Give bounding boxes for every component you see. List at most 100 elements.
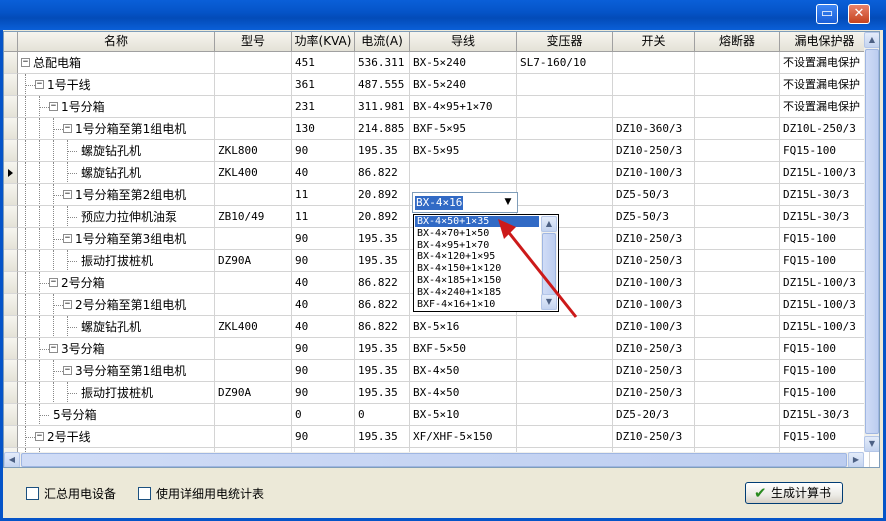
cell-current-col[interactable]: 20.892 (355, 206, 410, 228)
cell-power-col[interactable]: 90 (292, 338, 355, 360)
scroll-down-icon[interactable]: ▼ (864, 436, 879, 452)
cell-fuse-col[interactable] (695, 360, 780, 382)
cell-fuse-col[interactable] (695, 250, 780, 272)
cell-leakage-col[interactable]: DZ15L-100/3 (780, 162, 870, 184)
cell-leakage-col[interactable]: FQ15-100 (780, 250, 870, 272)
generate-report-button[interactable]: ✔ 生成计算书 (745, 482, 843, 504)
cell-leakage-col[interactable]: DZ15L-30/3 (780, 404, 870, 426)
column-header-model-col[interactable]: 型号 (215, 32, 292, 52)
cell-model-col[interactable] (215, 118, 292, 140)
table-row[interactable]: −1号分箱 231 311.981 BX-4×95+1×70 不设置漏电保护 (4, 96, 870, 118)
cell-switch-col[interactable]: DZ5-20/3 (613, 404, 695, 426)
cell-current-col[interactable]: 86.822 (355, 272, 410, 294)
column-header-wire-col[interactable]: 导线 (410, 32, 517, 52)
cell-leakage-col[interactable]: DZ15L-30/3 (780, 206, 870, 228)
cell-power-col[interactable]: 90 (292, 382, 355, 404)
cell-leakage-col[interactable]: FQ15-100 (780, 382, 870, 404)
cell-model-col[interactable] (215, 184, 292, 206)
cell-wire-col[interactable]: BX-4×95+1×70 (410, 96, 517, 118)
cell-fuse-col[interactable] (695, 184, 780, 206)
cell-transformer-col[interactable] (517, 118, 613, 140)
cell-switch-col[interactable]: DZ5-50/3 (613, 206, 695, 228)
cell-fuse-col[interactable] (695, 382, 780, 404)
horizontal-scroll-thumb[interactable] (21, 453, 847, 467)
cell-model-col[interactable]: DZ90A (215, 250, 292, 272)
cell-current-col[interactable]: 86.822 (355, 316, 410, 338)
cell-wire-col[interactable]: BX-5×10 (410, 404, 517, 426)
cell-transformer-col[interactable] (517, 382, 613, 404)
cell-model-col[interactable] (215, 404, 292, 426)
close-button[interactable]: ✕ (848, 4, 870, 24)
wire-editor-value[interactable]: BX-4×16 (415, 196, 464, 210)
cell-current-col[interactable]: 487.555 (355, 74, 410, 96)
table-row[interactable]: 螺旋钻孔机 ZKL800 90 195.35 BX-5×95 DZ10-250/3 FQ15… (4, 140, 870, 162)
cell-wire-col[interactable]: BX-5×240 (410, 52, 517, 74)
cell-fuse-col[interactable] (695, 52, 780, 74)
table-row[interactable]: −3号分箱至第1组电机 90 195.35 BX-4×50 DZ10-250/3 FQ15… (4, 360, 870, 382)
cell-model-col[interactable]: ZKL400 (215, 316, 292, 338)
cell-switch-col[interactable]: DZ10-250/3 (613, 382, 695, 404)
cell-fuse-col[interactable] (695, 96, 780, 118)
cell-fuse-col[interactable] (695, 272, 780, 294)
table-row[interactable]: 螺旋钻孔机 ZKL400 40 86.822 DZ10-100/3 DZ15L-100/3 (4, 162, 870, 184)
minimize-button[interactable]: ▭ (816, 4, 838, 24)
cell-transformer-col[interactable] (517, 74, 613, 96)
table-row[interactable]: 螺旋钻孔机 ZKL400 40 86.822 BX-5×16 DZ10-100/3 DZ15… (4, 316, 870, 338)
cell-current-col[interactable]: 195.35 (355, 140, 410, 162)
horizontal-scrollbar[interactable]: ◀ ▶ (4, 452, 864, 467)
cell-transformer-col[interactable] (517, 404, 613, 426)
cell-name-col[interactable]: 5号分箱 (18, 404, 215, 426)
collapse-icon[interactable]: − (21, 58, 30, 67)
cell-transformer-col[interactable] (517, 184, 613, 206)
column-header-power-col[interactable]: 功率(KVA) (292, 32, 355, 52)
cell-name-col[interactable]: 预应力拉伸机油泵 (18, 206, 215, 228)
cell-transformer-col[interactable] (517, 140, 613, 162)
cell-fuse-col[interactable] (695, 228, 780, 250)
cell-fuse-col[interactable] (695, 338, 780, 360)
cell-model-col[interactable] (215, 426, 292, 448)
table-row[interactable]: −2号干线 90 195.35 XF/XHF-5×150 DZ10-250/3 FQ15-… (4, 426, 870, 448)
cell-fuse-col[interactable] (695, 404, 780, 426)
summary-checkbox[interactable] (26, 487, 39, 500)
scroll-right-icon[interactable]: ▶ (848, 452, 864, 467)
cell-leakage-col[interactable]: DZ15L-100/3 (780, 316, 870, 338)
cell-fuse-col[interactable] (695, 162, 780, 184)
cell-power-col[interactable]: 90 (292, 228, 355, 250)
cell-current-col[interactable]: 195.35 (355, 360, 410, 382)
cell-power-col[interactable]: 130 (292, 118, 355, 140)
table-row[interactable]: − 总配电箱 451 536.311 BX-5×240 SL7-160/10 不设置漏电保护 (4, 52, 870, 74)
cell-power-col[interactable]: 361 (292, 74, 355, 96)
cell-wire-col[interactable]: BX-5×95 (410, 140, 517, 162)
collapse-icon[interactable]: − (63, 234, 72, 243)
cell-switch-col[interactable] (613, 52, 695, 74)
cell-model-col[interactable] (215, 74, 292, 96)
cell-name-col[interactable]: −1号分箱至第1组电机 (18, 118, 215, 140)
cell-leakage-col[interactable]: FQ15-100 (780, 338, 870, 360)
power-distribution-grid[interactable]: 名称 型号 功率(KVA) 电流(A) 导线 变压器 开关 熔断器 漏电保护器 − 总配电箱 451… (3, 31, 880, 468)
cell-current-col[interactable]: 195.35 (355, 382, 410, 404)
cell-wire-col[interactable]: BX-4×50 (410, 360, 517, 382)
cell-wire-col[interactable] (410, 162, 517, 184)
collapse-icon[interactable]: − (35, 432, 44, 441)
cell-model-col[interactable] (215, 272, 292, 294)
cell-switch-col[interactable]: DZ10-100/3 (613, 316, 695, 338)
table-row[interactable]: −1号分箱至第1组电机 130 214.885 BXF-5×95 DZ10-360/3 D… (4, 118, 870, 140)
cell-switch-col[interactable]: DZ10-250/3 (613, 360, 695, 382)
cell-current-col[interactable]: 195.35 (355, 250, 410, 272)
cell-transformer-col[interactable] (517, 338, 613, 360)
vertical-scrollbar[interactable]: ▲ ▼ (864, 32, 879, 452)
cell-switch-col[interactable]: DZ10-100/3 (613, 162, 695, 184)
cell-current-col[interactable]: 311.981 (355, 96, 410, 118)
cell-switch-col[interactable]: DZ5-50/3 (613, 184, 695, 206)
cell-current-col[interactable]: 195.35 (355, 338, 410, 360)
cell-transformer-col[interactable] (517, 162, 613, 184)
cell-switch-col[interactable]: DZ10-250/3 (613, 426, 695, 448)
cell-current-col[interactable]: 536.311 (355, 52, 410, 74)
column-header-name-col[interactable]: 名称 (18, 32, 215, 52)
cell-switch-col[interactable] (613, 74, 695, 96)
cell-power-col[interactable]: 90 (292, 250, 355, 272)
table-row[interactable]: 振动打拔桩机 DZ90A 90 195.35 BX-4×50 DZ10-250/3 FQ15… (4, 382, 870, 404)
cell-leakage-col[interactable]: FQ15-100 (780, 360, 870, 382)
wire-editor-combobox[interactable]: BX-4×16 ▼ (412, 192, 518, 213)
cell-power-col[interactable]: 40 (292, 272, 355, 294)
